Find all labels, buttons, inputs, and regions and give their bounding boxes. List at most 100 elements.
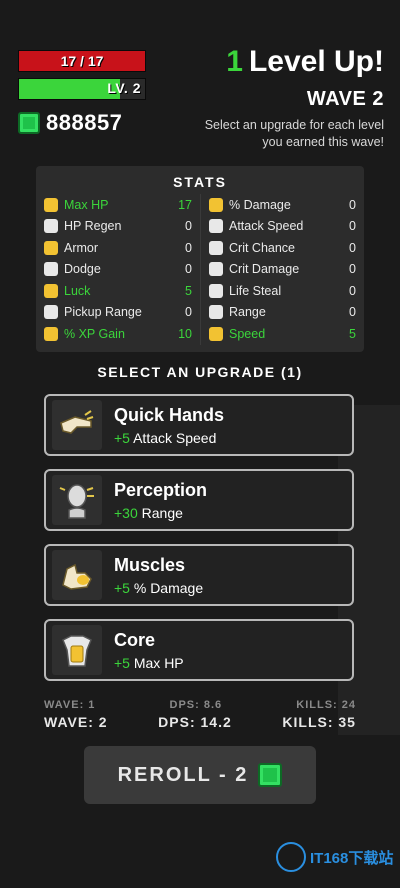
- upgrade-bonus: +5: [114, 579, 130, 596]
- upgrade-bonus: +5: [114, 654, 130, 671]
- current-wave: WAVE: 2: [44, 714, 108, 730]
- reroll-button[interactable]: REROLL - 2: [84, 746, 316, 804]
- stat-label: Crit Chance: [229, 240, 295, 255]
- wave-title: WAVE 2: [306, 88, 384, 110]
- pickup-icon: [44, 305, 58, 320]
- stats-right-column: % Damage 0 Attack Speed 0 Crit Chance 0 Crit D…: [200, 194, 364, 345]
- stat-label: Max HP: [64, 197, 109, 212]
- currency-value: 888857: [46, 110, 123, 135]
- currency-display: 888857: [18, 110, 122, 136]
- armor-icon: [44, 197, 58, 212]
- crit-damage-icon: [209, 262, 223, 277]
- level-up-text: Level Up!: [248, 45, 384, 78]
- stat-row: Armor 0: [44, 237, 192, 259]
- stat-label: Range: [229, 305, 266, 320]
- muscle-icon: [52, 550, 102, 600]
- stat-value: 10: [178, 326, 192, 341]
- stat-value: 0: [349, 240, 356, 255]
- level-text: LV. 2: [107, 80, 141, 96]
- upgrade-stat: Range: [141, 504, 183, 521]
- stat-value: 0: [185, 240, 192, 255]
- upgrade-card-muscles[interactable]: Muscles +5 % Damage: [44, 544, 354, 606]
- stat-label: Attack Speed: [229, 219, 304, 234]
- stat-value: 17: [178, 197, 192, 212]
- hand-icon: [52, 400, 102, 450]
- hp-text: 17 / 17: [60, 53, 104, 69]
- watermark-logo-icon: [276, 842, 306, 872]
- current-wave-summary: WAVE: 2 DPS: 14.2 KILLS: 35: [44, 714, 356, 730]
- stat-value: 0: [349, 262, 356, 277]
- stat-label: % XP Gain: [64, 326, 125, 341]
- hand-icon: [209, 219, 223, 234]
- gem-icon: [18, 112, 40, 134]
- stats-left-column: Max HP 17 HP Regen 0 Armor 0 Dodge 0 Luck 5 Pickup…: [36, 194, 200, 345]
- instruction-text: Select an upgrade for each level you ear…: [204, 118, 384, 149]
- xp-icon: [44, 326, 58, 341]
- lifesteal-icon: [209, 283, 223, 298]
- muscle-icon: [209, 197, 223, 212]
- crit-icon: [209, 240, 223, 255]
- stat-label: Crit Damage: [229, 262, 300, 277]
- head-icon: [52, 475, 102, 525]
- level-progress-fill: [19, 79, 120, 99]
- reroll-label: REROLL - 2: [117, 763, 249, 786]
- watermark: IT168下载站: [276, 842, 393, 872]
- stat-row: HP Regen 0: [44, 216, 192, 238]
- stat-label: Luck: [64, 283, 91, 298]
- stat-row: Range 0: [209, 302, 356, 324]
- stat-row: Max HP 17: [44, 194, 192, 216]
- stat-label: Speed: [229, 326, 266, 341]
- level-up-count: 1: [226, 45, 243, 78]
- stats-title: STATS: [173, 174, 227, 190]
- stat-value: 0: [349, 305, 356, 320]
- gem-icon: [258, 763, 283, 787]
- dodge-icon: [44, 262, 58, 277]
- hp-bar: 17 / 17: [18, 50, 146, 72]
- stat-value: 0: [185, 219, 192, 234]
- prev-wave: WAVE: 1: [44, 699, 96, 711]
- stat-value: 5: [185, 283, 192, 298]
- upgrade-name: Core: [114, 629, 156, 650]
- stat-label: Life Steal: [229, 283, 282, 298]
- select-upgrade-heading: SELECT AN UPGRADE (1): [97, 364, 303, 380]
- current-dps: DPS: 14.2: [158, 714, 232, 730]
- upgrade-stat: Max HP: [133, 654, 184, 671]
- stat-value: 5: [349, 326, 356, 341]
- stat-row: Luck 5: [44, 280, 192, 302]
- level-up-title: 1 Level Up!: [226, 45, 384, 79]
- stats-panel: STATS Max HP 17 HP Regen 0 Armor 0 Dodge 0 Luck 5…: [36, 166, 364, 352]
- stat-row: Attack Speed 0: [209, 216, 356, 238]
- luck-icon: [44, 283, 58, 298]
- upgrade-bonus: +30: [114, 504, 138, 521]
- range-icon: [209, 305, 223, 320]
- prev-kills: KILLS: 24: [296, 699, 356, 711]
- stat-row: Crit Damage 0: [209, 259, 356, 281]
- upgrade-card-quick-hands[interactable]: Quick Hands +5 Attack Speed: [44, 394, 354, 456]
- stat-label: Pickup Range: [64, 305, 142, 320]
- upgrade-stat: Attack Speed: [133, 429, 217, 446]
- stat-row: Speed 5: [209, 323, 356, 345]
- upgrade-card-perception[interactable]: Perception +30 Range: [44, 469, 354, 531]
- stat-row: Dodge 0: [44, 259, 192, 281]
- stat-value: 0: [185, 262, 192, 277]
- level-bar: LV. 2: [18, 78, 146, 100]
- current-kills: KILLS: 35: [282, 714, 356, 730]
- upgrade-stat: % Damage: [133, 579, 204, 596]
- upgrade-name: Perception: [114, 479, 208, 500]
- stat-value: 0: [349, 197, 356, 212]
- stat-row: % Damage 0: [209, 194, 356, 216]
- upgrade-name: Quick Hands: [114, 404, 225, 425]
- stat-label: % Damage: [229, 197, 291, 212]
- stat-value: 0: [349, 219, 356, 234]
- speed-icon: [209, 326, 223, 341]
- stat-label: Dodge: [64, 262, 101, 277]
- upgrade-card-core[interactable]: Core +5 Max HP: [44, 619, 354, 681]
- regen-icon: [44, 219, 58, 234]
- previous-wave-summary: WAVE: 1 DPS: 8.6 KILLS: 24: [44, 699, 356, 711]
- torso-icon: [52, 625, 102, 675]
- stat-row: Life Steal 0: [209, 280, 356, 302]
- stat-row: Pickup Range 0: [44, 302, 192, 324]
- stat-label: Armor: [64, 240, 99, 255]
- upgrade-bonus: +5: [114, 429, 130, 446]
- upgrade-name: Muscles: [114, 554, 186, 575]
